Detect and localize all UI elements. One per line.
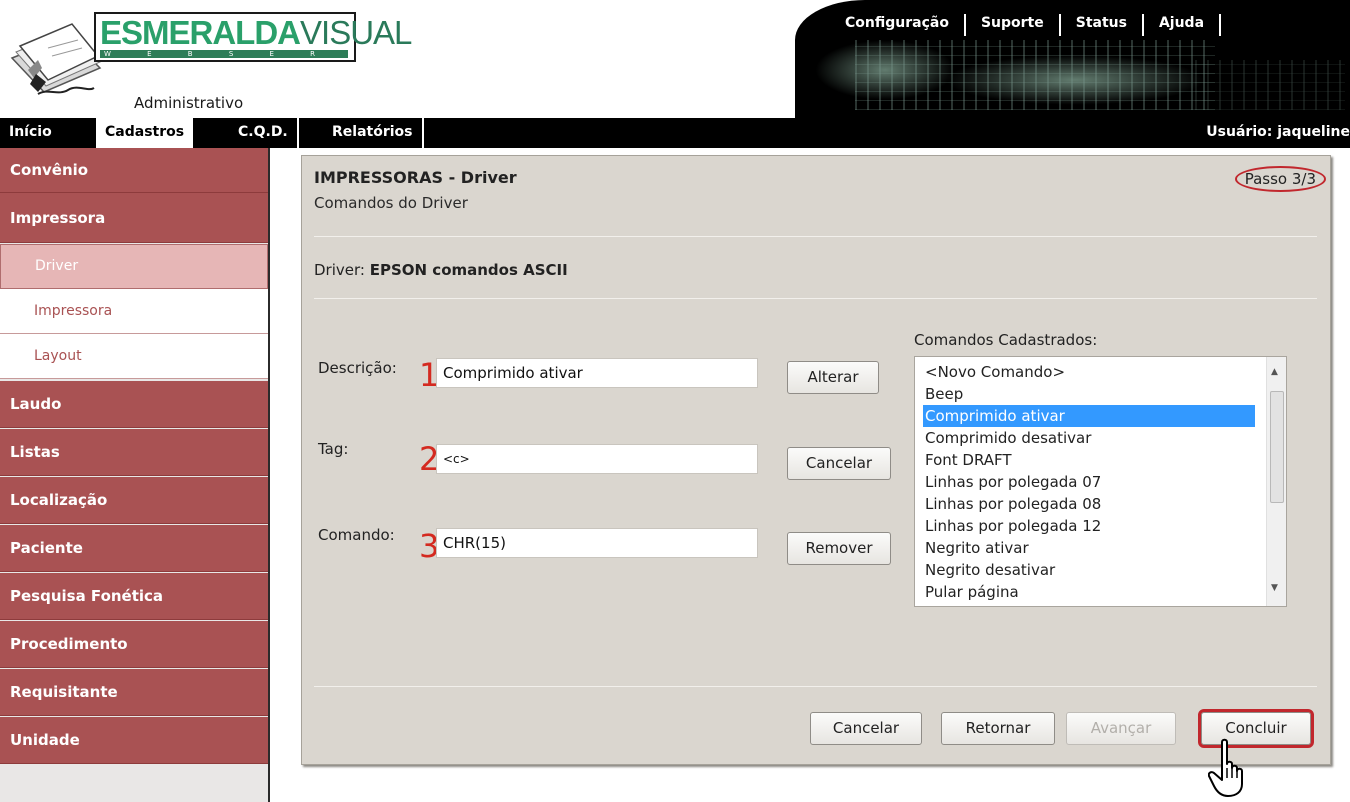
nav-cqd[interactable]: C.Q.D. [229, 118, 299, 148]
descricao-label: Descrição: [318, 359, 397, 377]
nav-relatorios[interactable]: Relatórios [323, 118, 424, 148]
list-item[interactable]: Negrito ativar [923, 537, 1255, 559]
brand-light: VISUAL [300, 14, 412, 51]
tag-input[interactable] [436, 444, 758, 474]
scroll-thumb[interactable] [1270, 391, 1284, 503]
commands-list-label: Comandos Cadastrados: [914, 331, 1098, 349]
sidebar-item-requisitante[interactable]: Requisitante [0, 669, 268, 716]
menu-configuracao[interactable]: Configuração [830, 14, 966, 36]
content-panel: IMPRESSORAS - Driver Comandos do Driver … [301, 155, 1331, 765]
logo: ESMERALDAVISUAL W E B S E R V I C E Admi… [0, 0, 412, 118]
menu-status[interactable]: Status [1061, 14, 1144, 36]
brand-strip: W E B S E R V I C E [100, 50, 348, 58]
cancelar-button[interactable]: Cancelar [810, 712, 922, 745]
header: ESMERALDAVISUAL W E B S E R V I C E Admi… [0, 0, 1350, 118]
list-item[interactable]: Linhas por polegada 08 [923, 493, 1255, 515]
sidebar-item-listas[interactable]: Listas [0, 429, 268, 476]
list-item[interactable]: Pular página [923, 581, 1255, 603]
sidebar-item-paciente[interactable]: Paciente [0, 525, 268, 572]
hand-cursor-icon [1208, 738, 1243, 797]
list-item[interactable]: Linhas por polegada 07 [923, 471, 1255, 493]
scroll-up-icon[interactable]: ▲ [1271, 367, 1278, 377]
sidebar-subitem-impressora[interactable]: Impressora [0, 289, 268, 334]
page-subtitle: Comandos do Driver [314, 194, 468, 212]
brand-name: ESMERALDAVISUAL [100, 16, 412, 49]
nav-inicio[interactable]: Início [0, 118, 61, 148]
nav-cadastros[interactable]: Cadastros [96, 118, 194, 148]
sidebar-subitem-layout[interactable]: Layout [0, 334, 268, 379]
sidebar-item-convenio[interactable]: Convênio [0, 148, 268, 193]
list-item[interactable]: Linhas por polegada 12 [923, 515, 1255, 537]
sidebar-item-pesquisa-fonetica[interactable]: Pesquisa Fonética [0, 573, 268, 620]
alterar-button[interactable]: Alterar [787, 361, 879, 394]
list-item-selected[interactable]: Comprimido ativar [923, 405, 1255, 427]
list-item[interactable]: Negrito desativar [923, 559, 1255, 581]
card-file-icon [10, 23, 102, 95]
menu-suporte[interactable]: Suporte [966, 14, 1061, 36]
descricao-input[interactable] [436, 358, 758, 388]
brand-bold: ESMERALDA [100, 14, 301, 51]
menu-ajuda[interactable]: Ajuda [1144, 14, 1222, 36]
user-label: Usuário: jaqueline [1206, 124, 1350, 140]
sidebar-item-localizacao[interactable]: Localização [0, 477, 268, 524]
driver-label: Driver: [314, 261, 365, 279]
sidebar: Convênio Impressora Driver Impressora La… [0, 148, 270, 802]
main-nav: Início Cadastros C.Q.D. Relatórios Usuár… [0, 118, 1350, 148]
sidebar-subitem-driver[interactable]: Driver [0, 244, 268, 289]
sidebar-item-laudo[interactable]: Laudo [0, 381, 268, 428]
sidebar-item-unidade[interactable]: Unidade [0, 717, 268, 764]
comando-input[interactable] [436, 528, 758, 558]
tag-label: Tag: [318, 440, 349, 458]
remover-button[interactable]: Remover [787, 532, 891, 565]
commands-listbox[interactable]: <Novo Comando> Beep Comprimido ativar Co… [914, 356, 1287, 607]
list-item[interactable]: Font DRAFT [923, 449, 1255, 471]
divider [314, 686, 1317, 687]
list-item[interactable]: <Novo Comando> [923, 361, 1255, 383]
brand-subtitle: Administrativo [134, 94, 244, 112]
cancelar-field-button[interactable]: Cancelar [787, 447, 891, 480]
top-menu: Configuração Suporte Status Ajuda [830, 14, 1222, 36]
divider [314, 298, 1317, 299]
sidebar-item-procedimento[interactable]: Procedimento [0, 621, 268, 668]
sidebar-item-impressora[interactable]: Impressora [0, 193, 268, 243]
driver-info: Driver: EPSON comandos ASCII [314, 261, 568, 279]
list-item[interactable]: Beep [923, 383, 1255, 405]
list-scrollbar[interactable]: ▲ ▼ [1266, 357, 1286, 606]
step-indicator: Passo 3/3 [1234, 166, 1326, 192]
logo-box: ESMERALDAVISUAL W E B S E R V I C E [94, 12, 412, 62]
avancar-button[interactable]: Avançar [1066, 712, 1176, 745]
divider [314, 236, 1317, 237]
retornar-button[interactable]: Retornar [941, 712, 1055, 745]
scroll-down-icon[interactable]: ▼ [1271, 583, 1278, 593]
list-item[interactable]: Comprimido desativar [923, 427, 1255, 449]
driver-name: EPSON comandos ASCII [369, 261, 568, 279]
page-title: IMPRESSORAS - Driver [314, 168, 517, 187]
comando-label: Comando: [318, 526, 395, 544]
